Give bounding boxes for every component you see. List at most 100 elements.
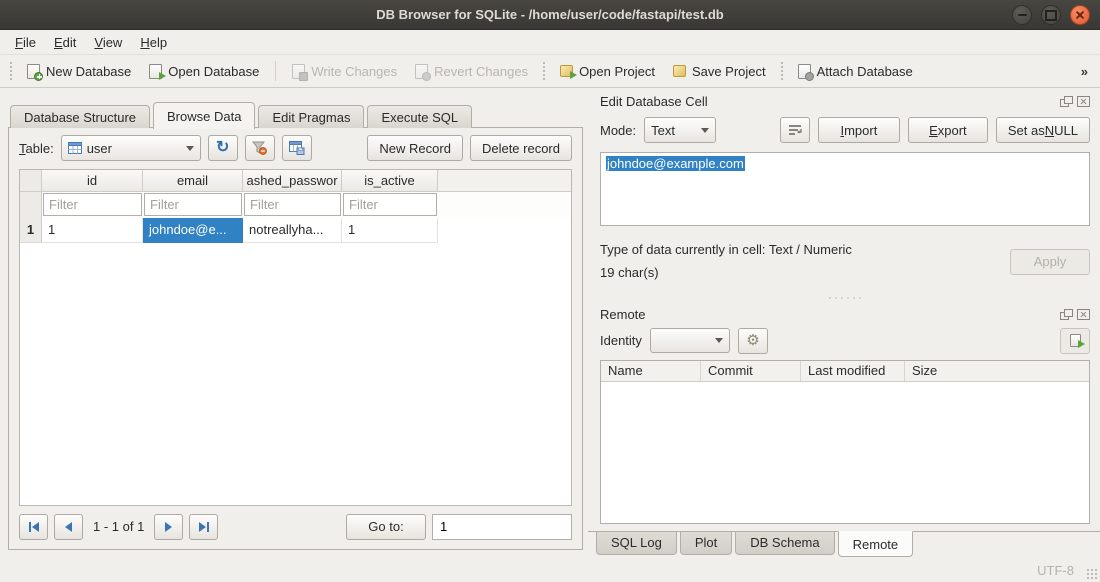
last-page-icon bbox=[199, 522, 206, 532]
goto-button[interactable]: Go to: bbox=[346, 514, 426, 540]
cell-type-info: Type of data currently in cell: Text / N… bbox=[600, 239, 852, 262]
cell-hashed-password[interactable]: notreallyha... bbox=[243, 218, 342, 243]
dock-close-icon[interactable] bbox=[1077, 96, 1090, 107]
cell-email-selected[interactable]: johndoe@e... bbox=[143, 218, 243, 243]
grid-header-filler bbox=[438, 170, 571, 192]
first-page-button[interactable] bbox=[19, 514, 48, 540]
grid-corner[interactable] bbox=[20, 170, 42, 192]
first-page-icon bbox=[29, 522, 31, 532]
open-database-button[interactable]: Open Database bbox=[142, 60, 266, 83]
next-page-icon bbox=[165, 522, 172, 532]
identity-label: Identity bbox=[600, 333, 642, 348]
filter-input-is-active[interactable] bbox=[343, 193, 437, 216]
tab-edit-pragmas[interactable]: Edit Pragmas bbox=[258, 105, 364, 128]
tab-db-schema[interactable]: DB Schema bbox=[735, 532, 834, 555]
remote-panel-title: Remote bbox=[588, 307, 1100, 324]
save-table-button[interactable] bbox=[282, 135, 312, 161]
export-button[interactable]: Export bbox=[908, 117, 988, 143]
tab-browse-data[interactable]: Browse Data bbox=[153, 102, 255, 129]
cell-is-active[interactable]: 1 bbox=[342, 218, 438, 243]
save-project-button[interactable]: Save Project bbox=[666, 60, 773, 83]
new-database-button[interactable]: New Database bbox=[20, 60, 138, 83]
filter-input-email[interactable] bbox=[144, 193, 242, 216]
save-project-icon bbox=[673, 65, 686, 77]
filter-input-id[interactable] bbox=[43, 193, 142, 216]
table-select[interactable]: user bbox=[61, 135, 201, 161]
gear-icon: ⚙ bbox=[746, 333, 759, 348]
new-database-icon bbox=[27, 64, 40, 79]
identity-select[interactable] bbox=[650, 328, 730, 353]
attach-database-button[interactable]: Attach Database bbox=[791, 60, 920, 83]
cell-info-row: Type of data currently in cell: Text / N… bbox=[600, 239, 1090, 285]
main-area: Database Structure Browse Data Edit Prag… bbox=[0, 88, 1100, 558]
word-wrap-button[interactable] bbox=[780, 117, 810, 143]
close-icon[interactable] bbox=[1070, 5, 1090, 25]
grid-filter-corner bbox=[20, 192, 42, 218]
remote-column-last-modified[interactable]: Last modified bbox=[801, 361, 905, 381]
clear-filters-button[interactable] bbox=[245, 135, 275, 161]
remote-identity-row: Identity ⚙ bbox=[600, 328, 1090, 354]
dock-float-icon[interactable] bbox=[1060, 309, 1073, 320]
open-database-icon bbox=[149, 64, 162, 79]
dock-splitter-handle[interactable] bbox=[588, 289, 1100, 307]
dock-close-icon[interactable] bbox=[1077, 309, 1090, 320]
status-bar: UTF-8 bbox=[0, 558, 1100, 582]
menu-edit[interactable]: Edit bbox=[45, 32, 85, 53]
clone-database-button bbox=[1060, 328, 1090, 354]
previous-page-button[interactable] bbox=[54, 514, 83, 540]
titlebar[interactable]: DB Browser for SQLite - /home/user/code/… bbox=[0, 0, 1100, 30]
identity-settings-button[interactable]: ⚙ bbox=[738, 328, 768, 354]
filter-icon bbox=[252, 141, 267, 155]
menu-file[interactable]: File bbox=[6, 32, 45, 53]
set-as-null-button[interactable]: Set as NULL bbox=[996, 117, 1090, 143]
new-record-button[interactable]: New Record bbox=[367, 135, 463, 161]
menu-help[interactable]: Help bbox=[131, 32, 176, 53]
minimize-icon[interactable] bbox=[1012, 5, 1032, 25]
goto-input[interactable] bbox=[432, 514, 572, 540]
tab-database-structure[interactable]: Database Structure bbox=[10, 105, 150, 128]
dock-float-icon[interactable] bbox=[1060, 96, 1073, 107]
next-page-button[interactable] bbox=[154, 514, 183, 540]
toolbar-drag-handle[interactable] bbox=[542, 61, 546, 81]
resize-grip[interactable] bbox=[1086, 568, 1097, 579]
refresh-button[interactable]: ↻ bbox=[208, 135, 238, 161]
tab-execute-sql[interactable]: Execute SQL bbox=[367, 105, 472, 128]
save-table-icon bbox=[289, 141, 305, 155]
column-header-email[interactable]: email bbox=[143, 170, 243, 192]
remote-column-commit[interactable]: Commit bbox=[701, 361, 801, 381]
revert-changes-button: Revert Changes bbox=[408, 60, 535, 83]
cell-editor[interactable]: johndoe@example.com bbox=[600, 152, 1090, 226]
menubar: File Edit View Help bbox=[0, 30, 1100, 55]
column-header-is-active[interactable]: is_active bbox=[342, 170, 438, 192]
apply-button: Apply bbox=[1010, 249, 1090, 275]
edit-cell-panel-title: Edit Database Cell bbox=[588, 88, 1100, 111]
delete-record-button[interactable]: Delete record bbox=[470, 135, 572, 161]
import-button[interactable]: Import bbox=[818, 117, 900, 143]
remote-column-size[interactable]: Size bbox=[905, 361, 1089, 381]
mode-select[interactable]: Text bbox=[644, 117, 716, 143]
toolbar-drag-handle[interactable] bbox=[9, 61, 13, 81]
cell-id[interactable]: 1 bbox=[42, 218, 143, 243]
tab-sql-log[interactable]: SQL Log bbox=[596, 532, 677, 555]
table-label: Table: bbox=[19, 141, 54, 156]
filter-input-hashed-password[interactable] bbox=[244, 193, 341, 216]
last-page-button[interactable] bbox=[189, 514, 218, 540]
remote-table-header: Name Commit Last modified Size bbox=[601, 361, 1089, 382]
maximize-icon[interactable] bbox=[1041, 5, 1061, 25]
tab-plot[interactable]: Plot bbox=[680, 532, 732, 555]
chevron-down-icon bbox=[715, 338, 723, 343]
write-changes-icon bbox=[292, 64, 305, 79]
column-header-hashed-password[interactable]: ashed_passwor bbox=[243, 170, 342, 192]
open-project-icon bbox=[560, 65, 573, 77]
grid-header-row: id email ashed_passwor is_active bbox=[20, 170, 571, 192]
row-header[interactable]: 1 bbox=[20, 218, 42, 243]
menu-view[interactable]: View bbox=[85, 32, 131, 53]
mode-select-value: Text bbox=[651, 123, 675, 138]
column-header-id[interactable]: id bbox=[42, 170, 143, 192]
tab-remote[interactable]: Remote bbox=[838, 531, 914, 557]
remote-column-name[interactable]: Name bbox=[601, 361, 701, 381]
toolbar-drag-handle[interactable] bbox=[780, 61, 784, 81]
grid-filter-row bbox=[20, 192, 571, 218]
open-project-button[interactable]: Open Project bbox=[553, 60, 662, 83]
toolbar-overflow-chevron-icon[interactable]: » bbox=[1075, 64, 1094, 79]
